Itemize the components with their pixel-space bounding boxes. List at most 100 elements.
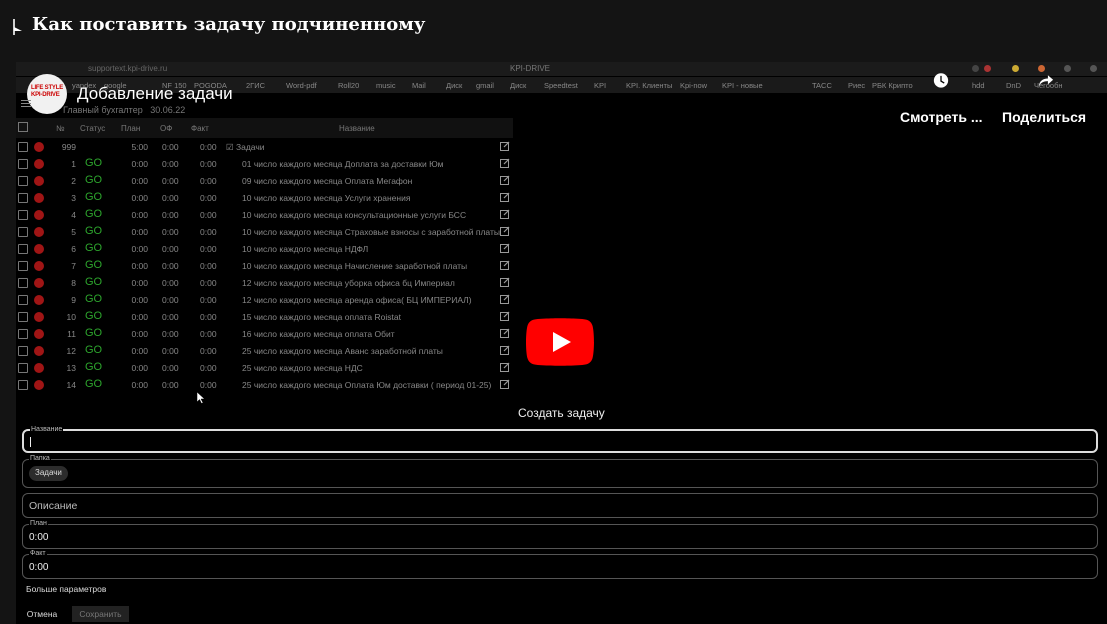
column-header-plan[interactable]: План	[121, 124, 140, 133]
row-name: 12 число каждого месяца уборка офиса бц …	[242, 278, 455, 288]
table-row[interactable]: 7 GO 0:00 0:00 0:00 10 число каждого месяца Н…	[16, 257, 513, 274]
bookmark-item[interactable]: gmail	[476, 81, 494, 90]
row-plan: 0:00	[131, 244, 148, 254]
row-checkbox[interactable]	[18, 278, 28, 288]
menu-icon[interactable]	[21, 100, 31, 108]
row-checkbox[interactable]	[18, 176, 28, 186]
bookmark-item[interactable]: 2ГИС	[246, 81, 265, 90]
row-checkbox[interactable]	[18, 244, 28, 254]
edit-icon[interactable]	[500, 311, 510, 321]
description-field[interactable]: Описание	[22, 493, 1098, 518]
task-name-field[interactable]: Название	[22, 426, 1098, 453]
bookmark-item[interactable]: Mail	[412, 81, 426, 90]
edit-icon[interactable]	[500, 260, 510, 270]
row-num: 3	[71, 193, 76, 203]
plan-field[interactable]: План 0:00	[22, 520, 1098, 549]
edit-icon[interactable]	[500, 294, 510, 304]
column-header-status[interactable]: Статус	[80, 124, 105, 133]
row-checkbox[interactable]	[18, 210, 28, 220]
row-name: 25 число каждого месяца Аванс заработной…	[242, 346, 443, 356]
share-button[interactable]: Поделиться	[1002, 72, 1086, 125]
table-row[interactable]: 10 GO 0:00 0:00 0:00 15 число каждого месяца …	[16, 308, 513, 325]
table-row[interactable]: 2 GO 0:00 0:00 0:00 09 число каждого месяца О…	[16, 172, 513, 189]
bookmark-item[interactable]: music	[376, 81, 396, 90]
folder-chip[interactable]: Задачи	[29, 466, 68, 481]
status-dot	[34, 380, 44, 390]
table-row[interactable]: 999 5:00 0:00 0:00 ☑ Задачи	[16, 138, 513, 155]
status-dot	[34, 142, 44, 152]
edit-icon[interactable]	[500, 379, 510, 389]
row-name: 10 число каждого месяца Услуги хранения	[242, 193, 411, 203]
column-header-num[interactable]: №	[56, 124, 65, 133]
watch-later-button[interactable]: Смотреть ...	[900, 72, 983, 125]
row-checkbox[interactable]	[18, 142, 28, 152]
row-status: GO	[85, 276, 103, 288]
bookmark-item[interactable]: Диск	[510, 81, 526, 90]
share-icon	[1038, 75, 1054, 87]
edit-icon[interactable]	[500, 226, 510, 236]
row-checkbox[interactable]	[18, 329, 28, 339]
bookmark-item[interactable]: Диск	[446, 81, 462, 90]
row-plan: 5:00	[131, 142, 148, 152]
bookmark-item[interactable]: Kpi-now	[680, 81, 707, 90]
table-row[interactable]: 9 GO 0:00 0:00 0:00 12 число каждого месяца а…	[16, 291, 513, 308]
cancel-button[interactable]: Отмена	[22, 606, 62, 622]
edit-icon[interactable]	[500, 158, 510, 168]
row-checkbox[interactable]	[18, 363, 28, 373]
edit-icon[interactable]	[500, 209, 510, 219]
table-row[interactable]: 6 GO 0:00 0:00 0:00 10 число каждого месяца Н…	[16, 240, 513, 257]
table-row[interactable]: 5 GO 0:00 0:00 0:00 10 число каждого месяца С…	[16, 223, 513, 240]
table-row[interactable]: 13 GO 0:00 0:00 0:00 25 число каждого месяца …	[16, 359, 513, 376]
row-checkbox[interactable]	[18, 193, 28, 203]
edit-icon[interactable]	[500, 175, 510, 185]
column-header-of[interactable]: ОФ	[160, 124, 172, 133]
bookmark-item[interactable]: Риес	[848, 81, 865, 90]
edit-icon[interactable]	[500, 328, 510, 338]
row-checkbox[interactable]	[18, 261, 28, 271]
table-row[interactable]: 3 GO 0:00 0:00 0:00 10 число каждого месяца У…	[16, 189, 513, 206]
youtube-play-button[interactable]	[526, 318, 594, 366]
table-row[interactable]: 14 GO 0:00 0:00 0:00 25 число каждого месяца …	[16, 376, 513, 393]
row-name: 09 число каждого месяца Оплата Мегафон	[242, 176, 413, 186]
row-checkbox[interactable]	[18, 159, 28, 169]
edit-icon[interactable]	[500, 243, 510, 253]
extension-icon	[984, 65, 991, 72]
more-params-link[interactable]: Больше параметров	[26, 584, 106, 594]
fact-field[interactable]: Факт 0:00	[22, 550, 1098, 579]
row-checkbox[interactable]	[18, 227, 28, 237]
row-checkbox[interactable]	[18, 380, 28, 390]
bookmark-item[interactable]: KPI. Клиенты	[626, 81, 672, 90]
bookmark-item[interactable]: Speedtest	[544, 81, 578, 90]
table-row[interactable]: 11 GO 0:00 0:00 0:00 16 число каждого месяца …	[16, 325, 513, 342]
bookmark-item[interactable]: KPI - новые	[722, 81, 763, 90]
row-checkbox[interactable]	[18, 295, 28, 305]
row-plan: 0:00	[131, 227, 148, 237]
table-row[interactable]: 12 GO 0:00 0:00 0:00 25 число каждого месяца …	[16, 342, 513, 359]
select-all-checkbox[interactable]	[18, 122, 28, 132]
bookmark-item[interactable]: TACC	[812, 81, 832, 90]
bookmark-item[interactable]: KPI	[594, 81, 606, 90]
video-player[interactable]: supportext.kpi-drive.ru KPI-DRIVE yandex…	[16, 62, 1107, 624]
folder-label: Папка	[29, 455, 51, 462]
row-status: GO	[85, 259, 103, 271]
edit-icon[interactable]	[500, 277, 510, 287]
table-row[interactable]: 4 GO 0:00 0:00 0:00 10 число каждого месяца к…	[16, 206, 513, 223]
edit-icon[interactable]	[500, 141, 510, 151]
channel-avatar[interactable]: LIFE STYLE KPI-DRIVE	[27, 74, 67, 114]
edit-icon[interactable]	[500, 362, 510, 372]
save-button[interactable]: Сохранить	[72, 606, 129, 622]
bookmark-item[interactable]: Roll20	[338, 81, 359, 90]
row-fact: 0:00	[200, 346, 217, 356]
table-row[interactable]: 1 GO 0:00 0:00 0:00 01 число каждого месяца Д…	[16, 155, 513, 172]
folder-field[interactable]: Папка Задачи	[22, 455, 1098, 488]
row-checkbox[interactable]	[18, 346, 28, 356]
video-title[interactable]: Добавление задачи	[77, 84, 233, 104]
table-row[interactable]: 8 GO 0:00 0:00 0:00 12 число каждого месяца у…	[16, 274, 513, 291]
edit-icon[interactable]	[500, 192, 510, 202]
column-header-fact[interactable]: Факт	[191, 124, 209, 133]
column-header-name[interactable]: Название	[339, 124, 375, 133]
bookmark-item[interactable]: Word-pdf	[286, 81, 317, 90]
row-checkbox[interactable]	[18, 312, 28, 322]
plan-value: 0:00	[29, 532, 49, 543]
edit-icon[interactable]	[500, 345, 510, 355]
